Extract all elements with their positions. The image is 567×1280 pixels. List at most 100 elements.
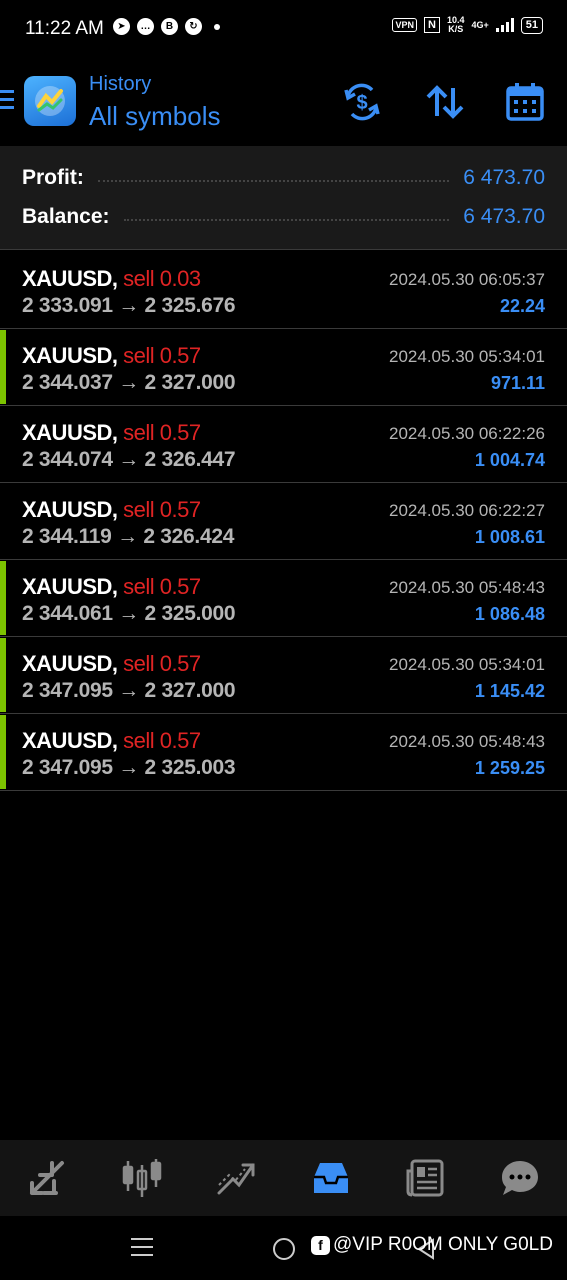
facebook-icon: f xyxy=(311,1235,330,1255)
balance-label: Balance: xyxy=(22,205,110,228)
notification-icons: ➤ … B ↻ xyxy=(113,18,220,35)
trade-symbol: XAUUSD, xyxy=(22,266,118,291)
recent-apps-icon[interactable] xyxy=(131,1238,153,1262)
trade-profit: 1 145.42 xyxy=(474,681,545,701)
trade-history-list: XAUUSD, sell 0.03 2 333.091 → 2 325.676 … xyxy=(0,252,567,791)
system-navigation-bar: f @VIP R0OM ONLY G0LD xyxy=(0,1216,567,1280)
trade-title: XAUUSD, sell 0.03 xyxy=(22,266,201,292)
currency-exchange-icon[interactable]: $ xyxy=(342,82,382,122)
signal-icon xyxy=(495,18,514,32)
arrow-icon: → xyxy=(118,294,139,317)
open-price: 2 347.095 xyxy=(22,756,113,779)
trade-symbol: XAUUSD, xyxy=(22,728,118,753)
trade-type: sell 0.57 xyxy=(123,343,201,368)
trade-title: XAUUSD, sell 0.57 xyxy=(22,651,201,677)
trade-prices: 2 347.095 → 2 325.003 xyxy=(22,756,236,780)
account-summary: Profit: 6 473.70 Balance: 6 473.70 xyxy=(0,146,567,250)
b-icon: B xyxy=(161,18,178,35)
vpn-icon: VPN xyxy=(392,18,417,32)
trade-type: sell 0.03 xyxy=(123,266,201,291)
trade-row[interactable]: XAUUSD, sell 0.57 2 347.095 → 2 327.000 … xyxy=(0,637,567,714)
trade-row[interactable]: XAUUSD, sell 0.57 2 344.061 → 2 325.000 … xyxy=(0,560,567,637)
trade-time: 2024.05.30 05:34:01 xyxy=(389,347,545,366)
close-price: 2 326.447 xyxy=(144,448,236,471)
trade-row[interactable]: XAUUSD, sell 0.57 2 344.037 → 2 327.000 … xyxy=(0,329,567,406)
trade-title: XAUUSD, sell 0.57 xyxy=(22,728,201,754)
trade-prices: 2 344.074 → 2 326.447 xyxy=(22,448,236,472)
telegram-icon: ➤ xyxy=(113,18,130,35)
trade-row[interactable]: XAUUSD, sell 0.57 2 347.095 → 2 325.003 … xyxy=(0,714,567,791)
messages-icon[interactable] xyxy=(497,1155,543,1201)
trade-profit: 1 259.25 xyxy=(474,758,545,778)
dotted-leader xyxy=(123,219,450,221)
trade-icon[interactable] xyxy=(213,1155,259,1201)
trade-title: XAUUSD, sell 0.57 xyxy=(22,420,201,446)
sync-icon: ↻ xyxy=(185,18,202,35)
close-price: 2 327.000 xyxy=(144,371,236,394)
trade-symbol: XAUUSD, xyxy=(22,651,118,676)
balance-row: Balance: 6 473.70 xyxy=(22,202,545,232)
calendar-icon[interactable] xyxy=(505,82,545,122)
history-icon[interactable] xyxy=(308,1155,354,1201)
nfc-icon: N xyxy=(423,17,440,33)
trade-title: XAUUSD, sell 0.57 xyxy=(22,343,201,369)
trade-title: XAUUSD, sell 0.57 xyxy=(22,497,201,523)
open-price: 2 344.119 xyxy=(22,525,112,548)
close-price: 2 325.000 xyxy=(144,602,236,625)
close-price: 2 325.676 xyxy=(144,294,236,317)
network-type: 4G+ xyxy=(471,20,489,30)
trade-time: 2024.05.30 06:05:37 xyxy=(389,270,545,289)
watermark: f @VIP R0OM ONLY G0LD xyxy=(311,1234,553,1256)
close-price: 2 325.003 xyxy=(144,756,236,779)
trade-time: 2024.05.30 05:34:01 xyxy=(389,655,545,674)
metatrader-logo-icon[interactable] xyxy=(24,76,76,126)
trade-symbol: XAUUSD, xyxy=(22,574,118,599)
close-price: 2 326.424 xyxy=(143,525,235,548)
chat-icon: … xyxy=(137,18,154,35)
arrow-icon: → xyxy=(118,756,139,779)
trade-profit: 971.11 xyxy=(490,373,545,393)
status-time: 11:22 AM xyxy=(25,18,104,39)
arrow-icon: → xyxy=(118,602,139,625)
menu-icon[interactable] xyxy=(0,90,14,114)
battery-icon: 51 xyxy=(520,16,543,34)
trade-time: 2024.05.30 05:48:43 xyxy=(389,732,545,751)
trade-prices: 2 333.091 → 2 325.676 xyxy=(22,294,236,318)
trade-title: XAUUSD, sell 0.57 xyxy=(22,574,201,600)
speed-unit: K/S xyxy=(448,24,464,34)
trade-time: 2024.05.30 06:22:26 xyxy=(389,424,545,443)
status-bar: 11:22 AM ➤ … B ↻ VPN N 10.4 K/S 4G+ 51 xyxy=(0,0,567,58)
page-subtitle: History xyxy=(89,73,152,95)
arrow-icon: → xyxy=(118,679,139,702)
open-price: 2 333.091 xyxy=(22,294,113,317)
trade-row[interactable]: XAUUSD, sell 0.57 2 344.119 → 2 326.424 … xyxy=(0,483,567,560)
open-price: 2 344.061 xyxy=(22,602,113,625)
open-price: 2 344.037 xyxy=(22,371,113,394)
trade-prices: 2 344.061 → 2 325.000 xyxy=(22,602,236,626)
home-icon[interactable] xyxy=(273,1238,295,1260)
quotes-icon[interactable] xyxy=(24,1155,70,1201)
sort-icon[interactable] xyxy=(425,82,465,122)
trade-profit: 1 008.61 xyxy=(474,527,545,547)
trade-prices: 2 344.037 → 2 327.000 xyxy=(22,371,236,395)
trade-row[interactable]: XAUUSD, sell 0.03 2 333.091 → 2 325.676 … xyxy=(0,252,567,329)
trade-type: sell 0.57 xyxy=(123,728,201,753)
trade-time: 2024.05.30 06:22:27 xyxy=(389,501,545,520)
balance-value: 6 473.70 xyxy=(463,205,545,228)
close-price: 2 327.000 xyxy=(144,679,236,702)
trade-symbol: XAUUSD, xyxy=(22,343,118,368)
news-icon[interactable] xyxy=(402,1155,448,1201)
watermark-text: @VIP R0OM ONLY G0LD xyxy=(333,1234,553,1255)
profit-label: Profit: xyxy=(22,166,84,189)
trade-type: sell 0.57 xyxy=(123,574,201,599)
chart-icon[interactable] xyxy=(119,1155,165,1201)
profit-value: 6 473.70 xyxy=(463,166,545,189)
trade-time: 2024.05.30 05:48:43 xyxy=(389,578,545,597)
profit-row: Profit: 6 473.70 xyxy=(22,163,545,193)
symbol-filter[interactable]: All symbols xyxy=(89,101,220,132)
more-notifications-icon xyxy=(214,23,220,30)
svg-text:$: $ xyxy=(356,92,367,114)
trade-row[interactable]: XAUUSD, sell 0.57 2 344.074 → 2 326.447 … xyxy=(0,406,567,483)
trade-type: sell 0.57 xyxy=(123,497,201,522)
trade-type: sell 0.57 xyxy=(123,420,201,445)
